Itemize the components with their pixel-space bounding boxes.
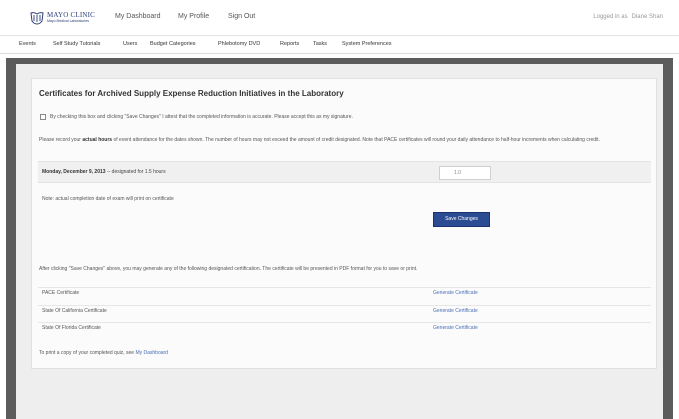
logo-name: MAYO CLINIC (47, 11, 96, 20)
signature-checkbox-label: By checking this box and clicking "Save … (50, 114, 353, 120)
instructions: Please record your actual hours of event… (39, 136, 659, 145)
subnav-system-preferences[interactable]: System Preferences (342, 41, 392, 47)
print-quiz-note: To print a copy of your completed quiz, … (39, 350, 168, 356)
instructions-text-end: of event attendance for the dates shown.… (112, 137, 600, 143)
subnav-tasks[interactable]: Tasks (313, 41, 327, 47)
logo[interactable]: MAYO CLINIC Mayo Medical Laboratories (30, 11, 95, 25)
certificate-row (38, 322, 651, 334)
hours-input[interactable]: 1.0 (439, 166, 491, 180)
generate-certificate-california-link[interactable]: Generate Certificate (433, 308, 478, 314)
mayo-shield-icon (30, 11, 44, 25)
login-label: Logged in as (593, 14, 628, 20)
login-status: Logged in as Diane Shan (593, 14, 663, 20)
after-save-text: After clicking "Save Changes" above, you… (39, 266, 418, 272)
certificate-name-pace: PACE Certificate (42, 290, 80, 296)
logo-subtitle: Mayo Medical Laboratories (47, 19, 90, 24)
subnav-budget-categories[interactable]: Budget Categories (150, 41, 196, 47)
instructions-text-start: Please record your (39, 137, 83, 143)
top-header: MAYO CLINIC Mayo Medical Laboratories My… (0, 0, 679, 36)
login-user[interactable]: Diane Shan (632, 14, 663, 20)
session-designation: -- designated for 1.5 hours (105, 169, 166, 175)
save-changes-button[interactable]: Save Changes (433, 212, 490, 227)
certificate-row (38, 305, 651, 317)
subnav-self-study-tutorials[interactable]: Self Study Tutorials (53, 41, 100, 47)
subnav-phlebotomy-dvd[interactable]: Phlebotomy DVD (218, 41, 260, 47)
nav-my-profile[interactable]: My Profile (178, 13, 209, 20)
instructions-emphasis: actual hours (82, 137, 113, 143)
page-title: Certificates for Archived Supply Expense… (39, 89, 344, 98)
subnav-events[interactable]: Events (19, 41, 36, 47)
session-date-label: Monday, December 9, 2013 -- designated f… (42, 169, 166, 175)
certificate-row (38, 287, 651, 299)
subnav-reports[interactable]: Reports (280, 41, 299, 47)
generate-certificate-florida-link[interactable]: Generate Certificate (433, 325, 478, 331)
completion-note: Note: actual completion date of exam wil… (42, 196, 174, 202)
admin-nav: Events Self Study Tutorials Users Budget… (0, 37, 679, 54)
nav-my-dashboard[interactable]: My Dashboard (115, 13, 161, 20)
certificate-name-california: State Of California Certificate (42, 308, 107, 314)
certificate-name-florida: State Of Florida Certificate (42, 325, 101, 331)
generate-certificate-pace-link[interactable]: Generate Certificate (433, 290, 478, 296)
session-date: Monday, December 9, 2013 (42, 169, 106, 175)
subnav-users[interactable]: Users (123, 41, 137, 47)
print-quiz-text: To print a copy of your completed quiz, … (39, 350, 136, 356)
nav-sign-out[interactable]: Sign Out (228, 13, 255, 20)
signature-checkbox[interactable] (40, 114, 46, 120)
my-dashboard-link[interactable]: My Dashboard (135, 350, 168, 356)
